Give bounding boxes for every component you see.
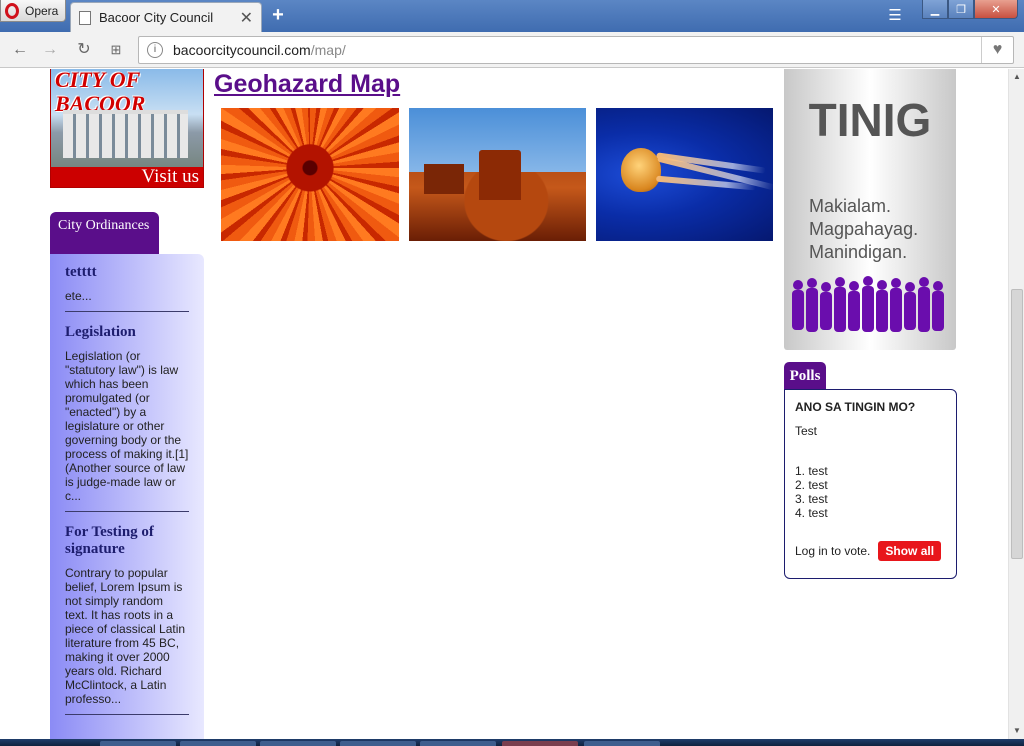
maximize-icon[interactable]: ❐ — [948, 0, 974, 19]
page-viewport: CITY OF BACOOR Visit us City Ordinances … — [0, 69, 1008, 739]
poll-option: 2. test — [795, 478, 828, 492]
ordinance-title[interactable]: Legislation — [65, 324, 189, 341]
ordinance-excerpt: ete... — [65, 289, 92, 303]
url-field[interactable]: i bacoorcitycouncil.com /map/ ♥ — [138, 36, 1014, 64]
jellyfish-bell-shape — [621, 148, 661, 192]
taskbar-item-active[interactable] — [502, 741, 578, 746]
bookmark-heart-icon[interactable]: ♥ — [981, 37, 1013, 63]
poll-question: ANO SA TINGIN MO? — [795, 400, 916, 414]
ordinance-excerpt: Contrary to popular belief, Lorem Ipsum … — [65, 566, 186, 706]
opera-menu-label: Opera — [25, 3, 59, 18]
desert-mesa-shape — [479, 150, 521, 200]
page-title[interactable]: Geohazard Map — [214, 70, 400, 99]
city-ordinances-tab: City Ordinances — [50, 212, 159, 254]
taskbar-item[interactable] — [340, 741, 416, 746]
url-host: bacoorcitycouncil.com — [173, 42, 311, 58]
taskbar-item[interactable] — [584, 741, 660, 746]
tinig-slogan-line: Makialam. — [809, 196, 892, 216]
tinig-slogan-line: Manindigan. — [809, 242, 908, 262]
ordinance-item: Legislation Legislation (or "statutory l… — [65, 324, 189, 512]
city-logo-title: CITY OF BACOOR — [55, 69, 146, 116]
tinig-title: TINIG — [808, 94, 932, 146]
poll-option: 1. test — [795, 464, 828, 478]
opera-menu-button[interactable]: Opera — [0, 0, 66, 22]
crowd-silhouette-image — [792, 276, 944, 332]
ordinance-title[interactable]: For Testing of signature — [65, 524, 189, 558]
poll-option: 4. test — [795, 506, 828, 520]
tab-menu-icon[interactable]: ☰ — [884, 6, 906, 26]
url-path: /map/ — [310, 42, 346, 58]
opera-logo-icon — [5, 2, 19, 19]
tab-title: Bacoor City Council — [99, 10, 214, 25]
visit-us-label: Visit us — [51, 167, 203, 187]
minimize-icon[interactable]: ▁ — [922, 0, 948, 19]
browser-titlebar: Opera Bacoor City Council ✕ + ☰ ▁ ❐ ✕ — [0, 0, 1024, 32]
tinig-slogan-line: Magpahayag. — [809, 219, 919, 239]
window-controls: ▁ ❐ ✕ — [922, 0, 1018, 19]
ordinance-item: For Testing of signature Contrary to pop… — [65, 524, 189, 715]
tinig-banner[interactable]: TINIG Makialam. Magpahayag. Manindigan. — [784, 69, 956, 350]
window-close-icon[interactable]: ✕ — [974, 0, 1018, 19]
login-to-vote-link[interactable]: Log in to vote. — [795, 544, 870, 558]
ordinance-excerpt: Legislation (or "statutory law") is law … — [65, 349, 189, 503]
site-info-icon[interactable]: i — [147, 42, 163, 58]
new-tab-icon[interactable]: + — [268, 4, 288, 26]
page-favicon-icon — [79, 10, 91, 25]
flower-thumbnail-image[interactable] — [221, 108, 399, 241]
polls-panel: ANO SA TINGIN MO? Test 1. test 2. test 3… — [784, 389, 957, 579]
poll-option: 3. test — [795, 492, 828, 506]
page-scrollbar[interactable]: ▲ ▼ — [1008, 69, 1024, 739]
jellyfish-thumbnail-image[interactable] — [596, 108, 773, 241]
reload-icon[interactable]: ↻ — [74, 40, 94, 60]
back-icon[interactable]: ← — [10, 40, 30, 60]
address-bar: ← → ↻ ⊞ i bacoorcitycouncil.com /map/ ♥ — [0, 32, 1024, 68]
os-taskbar — [0, 739, 1024, 746]
city-hall-building-image — [63, 110, 188, 158]
ordinance-title[interactable]: tetttt — [65, 264, 189, 281]
close-tab-icon[interactable]: ✕ — [240, 8, 253, 28]
poll-footer: Log in to vote. Show all — [795, 541, 942, 561]
city-logo-banner[interactable]: CITY OF BACOOR Visit us — [50, 69, 204, 188]
taskbar-item[interactable] — [260, 741, 336, 746]
poll-description: Test — [795, 424, 818, 438]
taskbar-item[interactable] — [180, 741, 256, 746]
city-ordinances-panel: tetttt ete... Legislation Legislation (o… — [50, 254, 204, 739]
forward-icon[interactable]: → — [40, 40, 60, 60]
scroll-up-icon[interactable]: ▲ — [1009, 69, 1024, 85]
taskbar-item[interactable] — [420, 741, 496, 746]
speed-dial-icon[interactable]: ⊞ — [106, 40, 126, 60]
ordinance-item: tetttt ete... — [65, 264, 189, 312]
taskbar-item[interactable] — [100, 741, 176, 746]
desert-butte-shape — [424, 164, 464, 194]
polls-tab: Polls — [784, 362, 826, 390]
scrollbar-thumb[interactable] — [1011, 289, 1023, 559]
scroll-down-icon[interactable]: ▼ — [1009, 723, 1024, 739]
browser-tab-active[interactable]: Bacoor City Council ✕ — [70, 2, 262, 32]
desert-thumbnail-image[interactable] — [409, 108, 586, 241]
show-all-button[interactable]: Show all — [878, 541, 942, 561]
